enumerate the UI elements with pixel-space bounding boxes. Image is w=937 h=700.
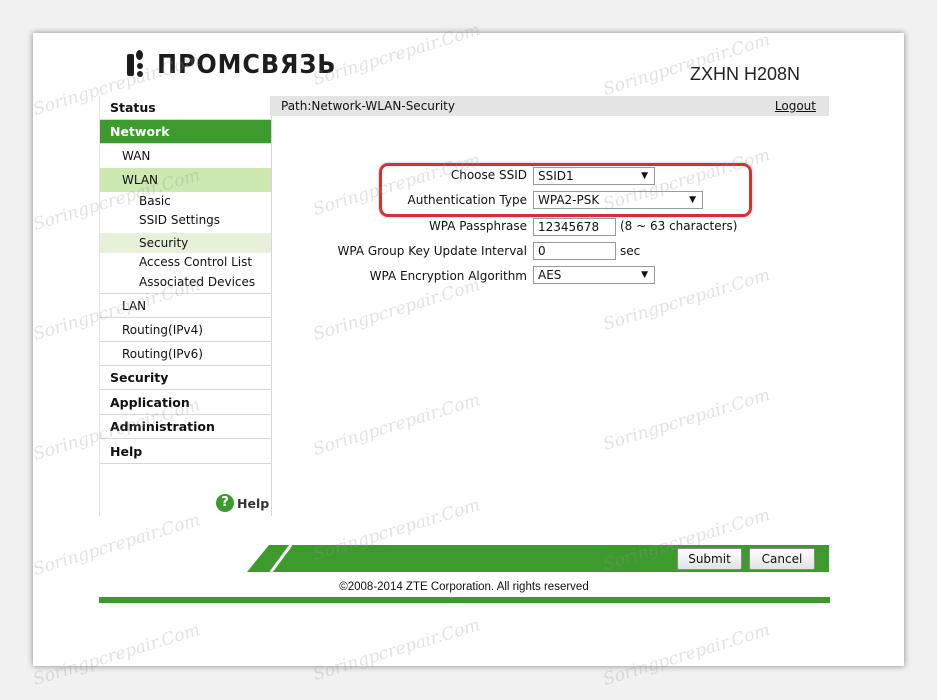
brand-name: ПРОМСВЯЗЬ (157, 50, 337, 80)
sidebar-item-wlan[interactable]: WLAN (100, 168, 271, 192)
sidebar-item-lan[interactable]: LAN (100, 294, 271, 318)
sidebar-item-basic[interactable]: Basic (100, 191, 271, 211)
brand-logo: ПРОМСВЯЗЬ (125, 50, 352, 80)
submit-button[interactable]: Submit (677, 548, 742, 570)
copyright-text: ©2008-2014 ZTE Corporation. All rights r… (339, 581, 589, 593)
sidebar-item-access-control-list[interactable]: Access Control List (100, 252, 271, 272)
device-model: ZXHN H208N (690, 64, 801, 84)
sidebar-item-wan[interactable]: WAN (100, 144, 271, 168)
passphrase-input[interactable]: 12345678 (533, 218, 616, 236)
sidebar-item-application[interactable]: Application (100, 391, 271, 415)
sidebar-item-ssid-settings[interactable]: SSID Settings (100, 210, 271, 230)
group-key-value: 0 (538, 244, 546, 258)
passphrase-value: 12345678 (538, 220, 600, 234)
cancel-button[interactable]: Cancel (749, 548, 815, 570)
brand-logo-icon (125, 50, 155, 80)
group-key-label: WPA Group Key Update Interval (337, 244, 527, 258)
sidebar-item-wlan-security[interactable]: Security (100, 233, 271, 253)
logout-link[interactable]: Logout (775, 96, 816, 116)
sidebar-item-security[interactable]: Security (100, 366, 271, 390)
breadcrumb-text: Path:Network-WLAN-Security (281, 99, 455, 113)
help-icon: ? (216, 494, 234, 512)
group-key-input[interactable]: 0 (533, 242, 616, 260)
sidebar-item-administration[interactable]: Administration (100, 415, 271, 439)
breadcrumb: Path:Network-WLAN-Security Logout (270, 96, 829, 116)
sidebar-item-associated-devices[interactable]: Associated Devices (100, 272, 271, 294)
sidebar-item-status[interactable]: Status (100, 96, 271, 120)
footer-line (99, 597, 830, 603)
highlight-box (379, 163, 752, 217)
sidebar-item-network[interactable]: Network (100, 120, 271, 144)
encryption-value: AES (538, 268, 562, 282)
sidebar-nav: Status Network WAN WLAN Basic SSID Setti… (99, 96, 272, 516)
sidebar-item-routing-ipv6[interactable]: Routing(IPv6) (100, 342, 271, 366)
encryption-select[interactable]: AES (533, 266, 655, 284)
help-button[interactable]: ? Help (216, 494, 269, 512)
group-key-unit: sec (620, 244, 641, 258)
passphrase-label: WPA Passphrase (428, 219, 527, 233)
passphrase-hint: (8 ~ 63 characters) (620, 219, 738, 233)
sidebar-item-help[interactable]: Help (100, 440, 271, 464)
encryption-label: WPA Encryption Algorithm (369, 269, 527, 283)
sidebar-item-routing-ipv4[interactable]: Routing(IPv4) (100, 318, 271, 342)
help-button-label: Help (237, 495, 270, 511)
